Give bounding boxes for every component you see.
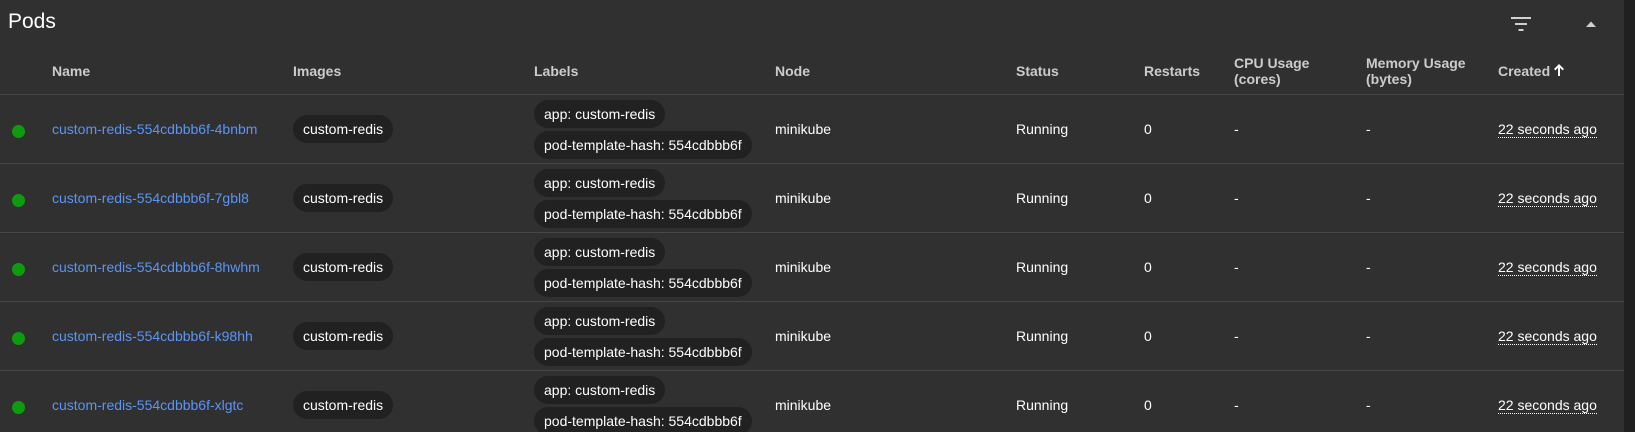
pod-name-link[interactable]: custom-redis-554cdbbb6f-7gbl8 bbox=[52, 190, 249, 206]
node-cell[interactable]: minikube bbox=[775, 301, 1016, 371]
status-cell: Running bbox=[1016, 232, 1144, 302]
table-row: custom-redis-554cdbbb6f-8hwhm custom-red… bbox=[0, 232, 1624, 302]
image-chip: custom-redis bbox=[293, 184, 394, 212]
table-row: custom-redis-554cdbbb6f-4bnbm custom-red… bbox=[0, 94, 1624, 164]
table-row: custom-redis-554cdbbb6f-7gbl8 custom-red… bbox=[0, 163, 1624, 233]
image-chip: custom-redis bbox=[293, 115, 394, 143]
filter-button[interactable] bbox=[1505, 8, 1537, 40]
header-labels: Labels bbox=[534, 48, 775, 95]
label-chip: app: custom-redis bbox=[534, 168, 666, 197]
memory-usage-cell: - bbox=[1366, 163, 1498, 233]
node-cell[interactable]: minikube bbox=[775, 94, 1016, 164]
pod-name-link[interactable]: custom-redis-554cdbbb6f-4bnbm bbox=[52, 121, 257, 137]
image-chip: custom-redis bbox=[293, 391, 394, 419]
header-status-indicator bbox=[0, 48, 52, 95]
running-status-icon bbox=[12, 331, 25, 345]
created-time: 22 seconds ago bbox=[1498, 328, 1597, 345]
label-chip: pod-template-hash: 554cdbbb6f bbox=[534, 268, 752, 297]
table-header-row: Name Images Labels Node Status Restarts … bbox=[0, 48, 1624, 95]
header-cpu-usage: CPU Usage (cores) bbox=[1234, 48, 1366, 95]
pod-name-link[interactable]: custom-redis-554cdbbb6f-8hwhm bbox=[52, 259, 260, 275]
created-time: 22 seconds ago bbox=[1498, 397, 1597, 414]
cpu-usage-cell: - bbox=[1234, 301, 1366, 371]
image-chip: custom-redis bbox=[293, 253, 394, 281]
status-indicator-cell bbox=[0, 370, 52, 432]
memory-usage-cell: - bbox=[1366, 370, 1498, 432]
header-name[interactable]: Name bbox=[52, 48, 293, 95]
running-status-icon bbox=[12, 124, 25, 138]
restarts-cell: 0 bbox=[1144, 94, 1234, 164]
cpu-usage-cell: - bbox=[1234, 232, 1366, 302]
running-status-icon bbox=[12, 400, 25, 414]
status-cell: Running bbox=[1016, 163, 1144, 233]
restarts-cell: 0 bbox=[1144, 232, 1234, 302]
status-indicator-cell bbox=[0, 163, 52, 233]
label-chip: app: custom-redis bbox=[534, 375, 666, 404]
node-cell[interactable]: minikube bbox=[775, 370, 1016, 432]
pods-card: Pods Name Images Labels Node Status Rest bbox=[0, 0, 1624, 432]
label-chip: pod-template-hash: 554cdbbb6f bbox=[534, 406, 752, 432]
cpu-usage-cell: - bbox=[1234, 370, 1366, 432]
status-cell: Running bbox=[1016, 94, 1144, 164]
node-cell[interactable]: minikube bbox=[775, 232, 1016, 302]
cpu-usage-cell: - bbox=[1234, 94, 1366, 164]
label-chip: app: custom-redis bbox=[534, 99, 666, 128]
filter-list-icon bbox=[1511, 17, 1531, 31]
label-chip: app: custom-redis bbox=[534, 237, 666, 266]
cpu-usage-cell: - bbox=[1234, 163, 1366, 233]
restarts-cell: 0 bbox=[1144, 163, 1234, 233]
status-cell: Running bbox=[1016, 370, 1144, 432]
running-status-icon bbox=[12, 193, 25, 207]
header-memory-usage: Memory Usage (bytes) bbox=[1366, 48, 1498, 95]
label-chip: pod-template-hash: 554cdbbb6f bbox=[534, 337, 752, 366]
header-created-label: Created bbox=[1498, 62, 1551, 79]
collapse-button[interactable] bbox=[1575, 8, 1607, 40]
memory-usage-cell: - bbox=[1366, 301, 1498, 371]
status-indicator-cell bbox=[0, 232, 52, 302]
memory-usage-cell: - bbox=[1366, 232, 1498, 302]
header-images: Images bbox=[293, 48, 534, 95]
pods-table: Name Images Labels Node Status Restarts … bbox=[0, 48, 1624, 432]
running-status-icon bbox=[12, 262, 25, 276]
page-title: Pods bbox=[8, 10, 56, 33]
memory-usage-cell: - bbox=[1366, 94, 1498, 164]
header-created[interactable]: Created bbox=[1498, 48, 1624, 95]
scrollbar-track[interactable] bbox=[1624, 0, 1635, 432]
pod-name-link[interactable]: custom-redis-554cdbbb6f-k98hh bbox=[52, 328, 253, 344]
status-cell: Running bbox=[1016, 301, 1144, 371]
header-status[interactable]: Status bbox=[1016, 48, 1144, 95]
status-indicator-cell bbox=[0, 301, 52, 371]
image-chip: custom-redis bbox=[293, 322, 394, 350]
pod-name-link[interactable]: custom-redis-554cdbbb6f-xlgtc bbox=[52, 397, 243, 413]
status-indicator-cell bbox=[0, 94, 52, 164]
label-chip: pod-template-hash: 554cdbbb6f bbox=[534, 199, 752, 228]
table-row: custom-redis-554cdbbb6f-k98hh custom-red… bbox=[0, 301, 1624, 371]
restarts-cell: 0 bbox=[1144, 301, 1234, 371]
card-header: Pods bbox=[0, 0, 1624, 48]
created-time: 22 seconds ago bbox=[1498, 190, 1597, 207]
restarts-cell: 0 bbox=[1144, 370, 1234, 432]
header-restarts: Restarts bbox=[1144, 48, 1234, 95]
label-chip: pod-template-hash: 554cdbbb6f bbox=[534, 130, 752, 159]
arrow-drop-up-icon bbox=[1586, 21, 1596, 27]
created-time: 22 seconds ago bbox=[1498, 121, 1597, 138]
created-time: 22 seconds ago bbox=[1498, 259, 1597, 276]
arrow-upward-icon bbox=[1554, 63, 1565, 80]
table-row: custom-redis-554cdbbb6f-xlgtc custom-red… bbox=[0, 370, 1624, 432]
header-node[interactable]: Node bbox=[775, 48, 1016, 95]
label-chip: app: custom-redis bbox=[534, 306, 666, 335]
node-cell[interactable]: minikube bbox=[775, 163, 1016, 233]
